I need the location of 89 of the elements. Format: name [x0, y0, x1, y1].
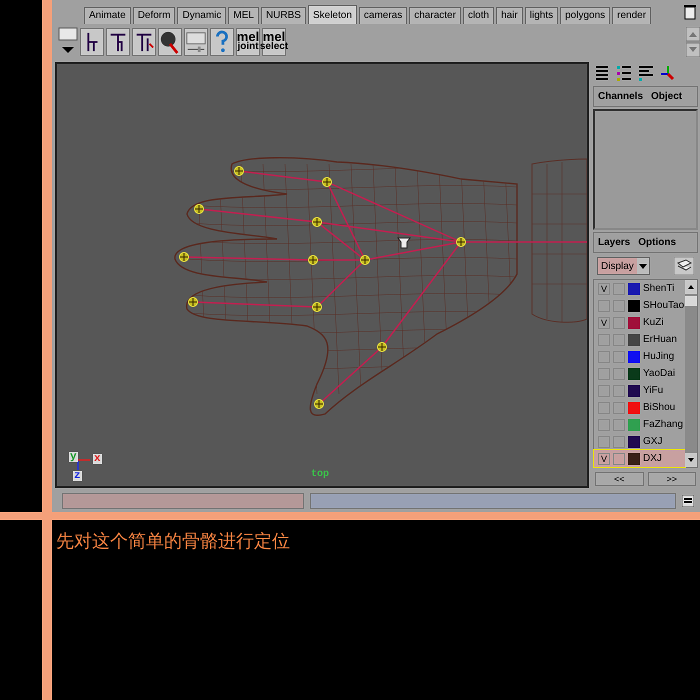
layer-row[interactable]: V ShenTi: [594, 280, 685, 297]
visibility-toggle[interactable]: V: [598, 452, 610, 464]
visibility-toggle[interactable]: [598, 436, 610, 448]
mel-button[interactable]: mel select: [262, 28, 286, 56]
shelf-scroll-icon[interactable]: [686, 27, 700, 57]
layer-row[interactable]: SHouTao: [594, 297, 685, 314]
template-toggle[interactable]: [613, 300, 625, 312]
shelf-tab[interactable]: Animate: [84, 7, 131, 24]
layer-name: YiFu: [643, 384, 664, 398]
panel-menu[interactable]: Options: [638, 235, 676, 250]
layer-button-icon[interactable]: [674, 257, 694, 275]
shelf-tab[interactable]: lights: [524, 7, 558, 24]
layer-row[interactable]: FaZhang: [594, 416, 685, 433]
template-toggle[interactable]: [613, 350, 625, 362]
template-toggle[interactable]: [613, 334, 625, 346]
shelf-tab[interactable]: polygons: [560, 7, 610, 24]
template-toggle[interactable]: [613, 368, 625, 380]
display-dropdown[interactable]: Display: [597, 257, 650, 275]
scroll-button[interactable]: >>: [648, 472, 696, 486]
shelf-tab[interactable]: cloth: [462, 7, 494, 24]
list-icon[interactable]: [593, 64, 611, 82]
layer-row[interactable]: GXJ: [594, 433, 685, 450]
cursor-icon: [397, 236, 411, 250]
visibility-toggle[interactable]: [598, 384, 610, 396]
visibility-toggle[interactable]: V: [598, 316, 610, 328]
command-line-field[interactable]: [62, 493, 304, 509]
axis-label: x: [93, 454, 102, 464]
axis-label: z: [73, 471, 82, 481]
visibility-toggle[interactable]: [598, 334, 610, 346]
visibility-toggle[interactable]: [598, 368, 610, 380]
template-toggle[interactable]: [613, 436, 625, 448]
shelf-tab[interactable]: character: [409, 7, 461, 24]
shelf-tab[interactable]: Skeleton: [308, 5, 357, 24]
shelf-tab[interactable]: hair: [496, 7, 523, 24]
layer-name: ShenTi: [643, 282, 674, 296]
camera-label: top: [311, 469, 330, 480]
color-list-icon[interactable]: [615, 64, 633, 82]
shelf-tab[interactable]: MEL: [228, 7, 259, 24]
visibility-toggle[interactable]: [598, 418, 610, 430]
layer-row[interactable]: YaoDai: [594, 365, 685, 382]
axis-icon: [75, 458, 91, 470]
shelf-tab[interactable]: NURBS: [260, 7, 306, 24]
layer-row[interactable]: V DXJ: [594, 450, 685, 467]
layer-name: FaZhang: [643, 418, 684, 432]
template-toggle[interactable]: [613, 452, 625, 464]
panel-layout-icon[interactable]: [637, 64, 655, 82]
layer-row[interactable]: ErHuan: [594, 331, 685, 348]
layer-name: ErHuan: [643, 333, 677, 347]
mel-button[interactable]: mel joint: [236, 28, 260, 56]
scroll-button[interactable]: <<: [595, 472, 644, 486]
layer-name: YaoDai: [643, 367, 676, 381]
shelf-tab[interactable]: cameras: [358, 7, 408, 24]
scrollbar-icon[interactable]: [685, 280, 697, 467]
dropdown-value: Display: [601, 260, 634, 274]
tool-button[interactable]: [106, 28, 130, 56]
layer-name: BiShou: [643, 401, 676, 415]
template-toggle[interactable]: [613, 316, 625, 328]
layer-name: HuJing: [643, 350, 674, 364]
layer-row[interactable]: BiShou: [594, 399, 685, 416]
visibility-toggle[interactable]: V: [598, 282, 610, 294]
script-editor-icon[interactable]: [682, 495, 694, 507]
template-toggle[interactable]: [613, 282, 625, 294]
template-toggle[interactable]: [613, 384, 625, 396]
axes-icon[interactable]: [659, 64, 677, 82]
help-button[interactable]: [210, 28, 234, 56]
template-toggle[interactable]: [613, 402, 625, 414]
layer-row[interactable]: YiFu: [594, 382, 685, 399]
axis-label: y: [69, 452, 78, 462]
shelf-tab[interactable]: render: [612, 7, 652, 24]
layer-name: KuZi: [643, 316, 664, 330]
layer-name: DXJ: [643, 452, 662, 466]
tool-button[interactable]: [80, 28, 104, 56]
shelf-tab[interactable]: Dynamic: [177, 7, 226, 24]
shelf-tab[interactable]: Deform: [132, 7, 176, 24]
layer-row[interactable]: HuJing: [594, 348, 685, 365]
template-toggle[interactable]: [613, 418, 625, 430]
layer-name: GXJ: [643, 435, 662, 449]
caption-text: 先对这个简单的骨骼进行定位: [55, 530, 291, 553]
visibility-toggle[interactable]: [598, 350, 610, 362]
visibility-toggle[interactable]: [598, 300, 610, 312]
trash-icon[interactable]: [684, 4, 696, 20]
panel-menu[interactable]: Layers: [598, 235, 630, 250]
caret-icon: [636, 258, 649, 274]
tool-button[interactable]: [132, 28, 156, 56]
visibility-toggle[interactable]: [598, 402, 610, 414]
layer-name: SHouTao: [643, 299, 684, 313]
panel-menu[interactable]: Object: [651, 89, 682, 104]
panel-menu[interactable]: Channels: [598, 89, 644, 104]
layer-row[interactable]: V KuZi: [594, 314, 685, 331]
